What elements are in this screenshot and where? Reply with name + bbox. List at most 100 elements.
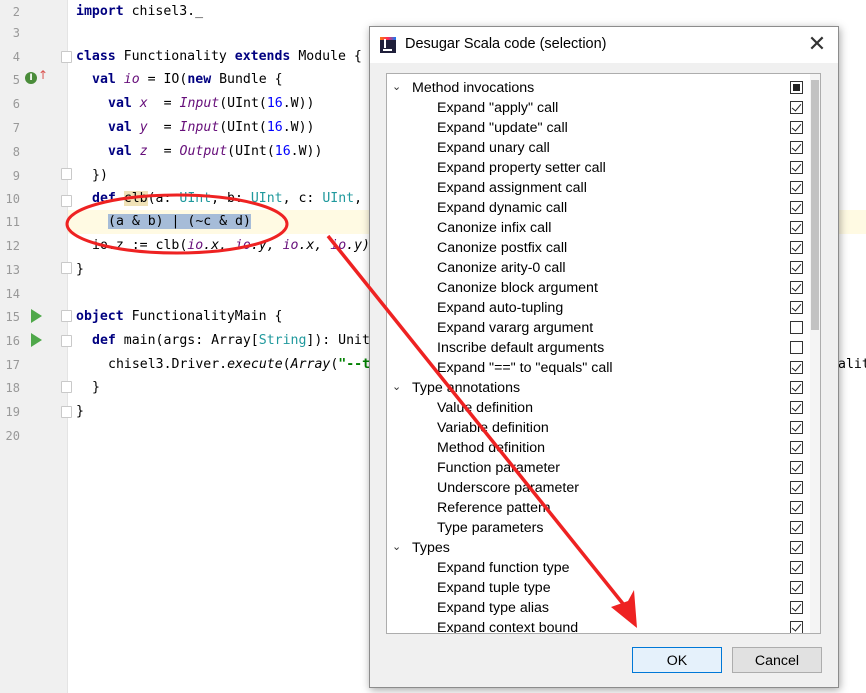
tree-option-label: Expand tuple type bbox=[437, 580, 551, 596]
dialog-title: Desugar Scala code (selection) bbox=[405, 36, 607, 52]
code-line-17: chisel3.Driver.execute(Array("--t bbox=[108, 357, 371, 372]
line-number: 18 bbox=[5, 381, 20, 395]
dialog-titlebar[interactable]: Desugar Scala code (selection) ✕ bbox=[370, 27, 838, 63]
tree-option-row[interactable]: Expand property setter call bbox=[387, 158, 820, 178]
tree-option-row[interactable]: Expand "==" to "equals" call bbox=[387, 358, 820, 378]
option-checkbox[interactable] bbox=[790, 581, 803, 594]
option-checkbox[interactable] bbox=[790, 161, 803, 174]
tree-group-row[interactable]: ⌄ Types bbox=[387, 538, 820, 558]
tree-option-row[interactable]: Expand auto-tupling bbox=[387, 298, 820, 318]
scrollbar-thumb[interactable] bbox=[811, 80, 819, 330]
tree-option-label: Canonize postfix call bbox=[437, 240, 568, 256]
tree-option-label: Expand property setter call bbox=[437, 160, 606, 176]
tree-option-label: Expand "update" call bbox=[437, 120, 568, 136]
chevron-down-icon[interactable]: ⌄ bbox=[392, 80, 404, 94]
option-checkbox[interactable] bbox=[790, 321, 803, 334]
tree-scrollbar[interactable] bbox=[810, 74, 820, 633]
tree-group-label: Types bbox=[412, 540, 450, 556]
tree-group-row[interactable]: ⌄ Type annotations bbox=[387, 378, 820, 398]
option-checkbox[interactable] bbox=[790, 461, 803, 474]
line-number: 3 bbox=[12, 26, 20, 40]
tree-group-row[interactable]: ⌄ Method invocations bbox=[387, 78, 820, 98]
line-number: 9 bbox=[12, 169, 20, 183]
option-checkbox[interactable] bbox=[790, 401, 803, 414]
tree-option-label: Variable definition bbox=[437, 420, 549, 436]
tree-option-row[interactable]: Expand context bound bbox=[387, 618, 820, 633]
tree-option-row[interactable]: Function parameter bbox=[387, 458, 820, 478]
ok-button[interactable]: OK bbox=[632, 647, 722, 673]
option-checkbox[interactable] bbox=[790, 601, 803, 614]
code-line-6: val x = Input(UInt(16.W)) bbox=[108, 96, 315, 111]
tree-option-row[interactable]: Canonize arity-0 call bbox=[387, 258, 820, 278]
line-number: 12 bbox=[5, 239, 20, 253]
tree-option-row[interactable]: Expand vararg argument bbox=[387, 318, 820, 338]
tree-option-row[interactable]: Underscore parameter bbox=[387, 478, 820, 498]
tree-option-row[interactable]: Expand unary call bbox=[387, 138, 820, 158]
option-checkbox[interactable] bbox=[790, 441, 803, 454]
option-checkbox[interactable] bbox=[790, 81, 803, 94]
line-number: 13 bbox=[5, 263, 20, 277]
option-checkbox[interactable] bbox=[790, 561, 803, 574]
option-checkbox[interactable] bbox=[790, 261, 803, 274]
option-checkbox[interactable] bbox=[790, 201, 803, 214]
chevron-down-icon[interactable]: ⌄ bbox=[392, 380, 404, 394]
run-icon[interactable] bbox=[31, 309, 42, 323]
option-checkbox[interactable] bbox=[790, 181, 803, 194]
tree-option-label: Expand dynamic call bbox=[437, 200, 568, 216]
option-checkbox[interactable] bbox=[790, 621, 803, 633]
close-button[interactable]: ✕ bbox=[802, 30, 832, 60]
option-checkbox[interactable] bbox=[790, 481, 803, 494]
code-line-19: } bbox=[76, 404, 84, 419]
tree-option-row[interactable]: Canonize block argument bbox=[387, 278, 820, 298]
tree-option-row[interactable]: Expand tuple type bbox=[387, 578, 820, 598]
code-line-16: def main(args: Array[String]): Unit bbox=[92, 333, 370, 348]
option-checkbox[interactable] bbox=[790, 421, 803, 434]
chevron-down-icon[interactable]: ⌄ bbox=[392, 540, 404, 554]
line-number: 11 bbox=[5, 215, 20, 229]
tree-option-row[interactable]: Expand type alias bbox=[387, 598, 820, 618]
code-line-8: val z = Output(UInt(16.W)) bbox=[108, 144, 323, 159]
option-checkbox[interactable] bbox=[790, 101, 803, 114]
option-checkbox[interactable] bbox=[790, 541, 803, 554]
tree-option-row[interactable]: Value definition bbox=[387, 398, 820, 418]
tree-option-row[interactable]: Expand dynamic call bbox=[387, 198, 820, 218]
tree-option-row[interactable]: Canonize infix call bbox=[387, 218, 820, 238]
tree-option-label: Expand auto-tupling bbox=[437, 300, 564, 316]
cancel-button[interactable]: Cancel bbox=[732, 647, 822, 673]
option-checkbox[interactable] bbox=[790, 341, 803, 354]
tree-option-label: Expand "==" to "equals" call bbox=[437, 360, 613, 376]
option-checkbox[interactable] bbox=[790, 141, 803, 154]
tree-option-row[interactable]: Expand assignment call bbox=[387, 178, 820, 198]
tree-option-label: Expand vararg argument bbox=[437, 320, 594, 336]
option-checkbox[interactable] bbox=[790, 221, 803, 234]
option-checkbox[interactable] bbox=[790, 121, 803, 134]
run-icon[interactable] bbox=[31, 333, 42, 347]
tree-option-label: Expand assignment call bbox=[437, 180, 587, 196]
line-number: 14 bbox=[5, 287, 20, 301]
line-number: 5 bbox=[12, 73, 20, 87]
tree-option-row[interactable]: Expand function type bbox=[387, 558, 820, 578]
option-checkbox[interactable] bbox=[790, 281, 803, 294]
code-line-11[interactable]: (a & b) | (~c & d) bbox=[108, 210, 251, 234]
transform-options-tree[interactable]: ⌄ Method invocations Expand "apply" call Ex… bbox=[386, 73, 821, 634]
tree-option-row[interactable]: Variable definition bbox=[387, 418, 820, 438]
tree-option-row[interactable]: Expand "update" call bbox=[387, 118, 820, 138]
tree-option-row[interactable]: Expand "apply" call bbox=[387, 98, 820, 118]
tree-option-row[interactable]: Method definition bbox=[387, 438, 820, 458]
implements-icon[interactable]: I bbox=[25, 72, 37, 84]
tree-option-label: Underscore parameter bbox=[437, 480, 579, 496]
code-line-17-tail: alit bbox=[838, 357, 866, 372]
selected-expression[interactable]: (a & b) | (~c & d) bbox=[108, 214, 251, 229]
option-checkbox[interactable] bbox=[790, 381, 803, 394]
tree-option-row[interactable]: Canonize postfix call bbox=[387, 238, 820, 258]
tree-option-row[interactable]: Inscribe default arguments bbox=[387, 338, 820, 358]
option-checkbox[interactable] bbox=[790, 301, 803, 314]
option-checkbox[interactable] bbox=[790, 361, 803, 374]
tree-option-row[interactable]: Reference pattern bbox=[387, 498, 820, 518]
tree-option-label: Reference pattern bbox=[437, 500, 551, 516]
option-checkbox[interactable] bbox=[790, 501, 803, 514]
line-number: 10 bbox=[5, 192, 20, 206]
option-checkbox[interactable] bbox=[790, 521, 803, 534]
tree-option-row[interactable]: Type parameters bbox=[387, 518, 820, 538]
option-checkbox[interactable] bbox=[790, 241, 803, 254]
